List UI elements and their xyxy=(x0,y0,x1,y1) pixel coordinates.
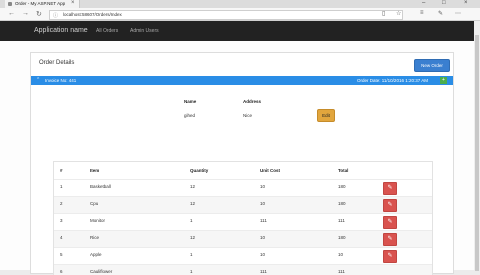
row-unit-cost: 111 xyxy=(260,218,267,223)
invoice-header[interactable]: ⌃ Invoice No: 441 Order Date: 11/10/2016… xyxy=(31,76,453,85)
row-total: 10 xyxy=(338,252,344,257)
forward-icon[interactable]: → xyxy=(22,10,29,17)
row-unit-cost: 10 xyxy=(260,252,266,257)
more-icon[interactable]: ⋯ xyxy=(455,10,461,17)
customer-address: Nice xyxy=(243,113,253,118)
col-total: Total xyxy=(338,168,349,173)
table-row: 2 Cpu 12 10 180 ✎ xyxy=(54,196,432,214)
refresh-icon[interactable]: ↻ xyxy=(36,10,42,18)
items-table: # Item Quantity Unit Cost Total 1 Basket… xyxy=(53,161,433,275)
pencil-icon[interactable]: ✎ xyxy=(383,182,397,195)
pencil-icon[interactable]: ✎ xyxy=(383,216,397,229)
browser-tab-title: Order - My ASP.NET App xyxy=(15,1,66,6)
nav-admin-users[interactable]: Admin Users xyxy=(130,28,159,34)
row-unit-cost: 10 xyxy=(260,184,266,189)
row-quantity: 12 xyxy=(190,235,196,240)
row-number: 5 xyxy=(60,252,63,257)
back-icon[interactable]: ← xyxy=(8,10,15,17)
row-quantity: 12 xyxy=(190,201,196,206)
url-text: localhost:58607/Orders/Index xyxy=(63,12,122,17)
hub-icon[interactable]: ≡ xyxy=(420,10,424,16)
address-bar[interactable]: ⓘ localhost:58607/Orders/Index xyxy=(49,10,403,20)
edit-customer-button[interactable]: Edit xyxy=(317,109,335,122)
browser-tab-strip: Order - My ASP.NET App × – □ × xyxy=(0,0,480,8)
page-favicon-icon xyxy=(8,2,12,6)
pencil-icon[interactable]: ✎ xyxy=(383,250,397,263)
col-quantity: Quantity xyxy=(190,168,209,173)
web-note-icon[interactable]: ✎ xyxy=(438,10,443,17)
reading-view-icon[interactable]: ▯ xyxy=(382,10,385,17)
row-unit-cost: 10 xyxy=(260,201,266,206)
order-details-panel: Order Details New Order ⌃ Invoice No: 44… xyxy=(30,52,454,275)
browser-toolbar: ← → ↻ ⓘ localhost:58607/Orders/Index ▯ ☆… xyxy=(0,8,480,21)
page-info-icon: ⓘ xyxy=(53,13,59,19)
row-quantity: 12 xyxy=(190,184,196,189)
minimize-icon[interactable]: – xyxy=(422,0,425,6)
nav-all-orders[interactable]: All Orders xyxy=(96,28,118,34)
row-total: 180 xyxy=(338,201,346,206)
row-number: 1 xyxy=(60,184,63,189)
row-number: 2 xyxy=(60,201,63,206)
col-unit-cost: Unit Cost xyxy=(260,168,280,173)
row-unit-cost: 10 xyxy=(260,235,266,240)
row-number: 4 xyxy=(60,235,63,240)
row-total: 111 xyxy=(338,218,345,223)
close-window-icon[interactable]: × xyxy=(464,0,468,6)
row-total: 180 xyxy=(338,184,346,189)
address-header: Address xyxy=(243,99,262,104)
name-header: Name xyxy=(184,99,197,104)
row-item: Apple xyxy=(90,252,102,257)
row-item: Basketball xyxy=(90,184,111,189)
row-number: 3 xyxy=(60,218,63,223)
favorite-star-icon[interactable]: ☆ xyxy=(396,10,401,17)
table-row: 4 Rice 12 10 180 ✎ xyxy=(54,230,432,248)
row-item: Monitor xyxy=(90,218,106,223)
table-row: 1 Basketball 12 10 180 ✎ xyxy=(54,179,432,197)
row-item: Rice xyxy=(90,235,100,240)
pencil-icon[interactable]: ✎ xyxy=(383,233,397,246)
invoice-number: Invoice No: 441 xyxy=(45,77,77,83)
row-total: 180 xyxy=(338,235,346,240)
order-date: Order Date: 11/10/2016 1:20:37 AM xyxy=(357,77,428,83)
row-quantity: 1 xyxy=(190,252,193,257)
site-navbar: Application name All Orders Admin Users xyxy=(0,21,480,41)
scrollbar-thumb[interactable] xyxy=(475,35,479,271)
row-quantity: 1 xyxy=(190,218,193,223)
table-row: 5 Apple 1 10 10 ✎ xyxy=(54,247,432,265)
new-order-button[interactable]: New Order xyxy=(414,59,450,72)
customer-name: gihed xyxy=(184,113,196,118)
col-item: Item xyxy=(90,168,100,173)
pencil-icon[interactable]: ✎ xyxy=(383,199,397,212)
panel-title: Order Details xyxy=(39,60,75,66)
browser-tab[interactable]: Order - My ASP.NET App × xyxy=(5,0,80,8)
close-tab-icon[interactable]: × xyxy=(71,0,75,6)
maximize-icon[interactable]: □ xyxy=(442,0,446,6)
add-item-button[interactable]: + xyxy=(440,77,447,84)
table-row: 3 Monitor 1 111 111 ✎ xyxy=(54,213,432,231)
brand-link[interactable]: Application name xyxy=(34,27,88,34)
chevron-up-icon[interactable]: ⌃ xyxy=(36,77,40,83)
page-scrollbar[interactable] xyxy=(474,21,480,271)
col-number: # xyxy=(60,168,63,173)
web-page: Application name All Orders Admin Users … xyxy=(0,21,480,275)
row-item: Cpu xyxy=(90,201,99,206)
